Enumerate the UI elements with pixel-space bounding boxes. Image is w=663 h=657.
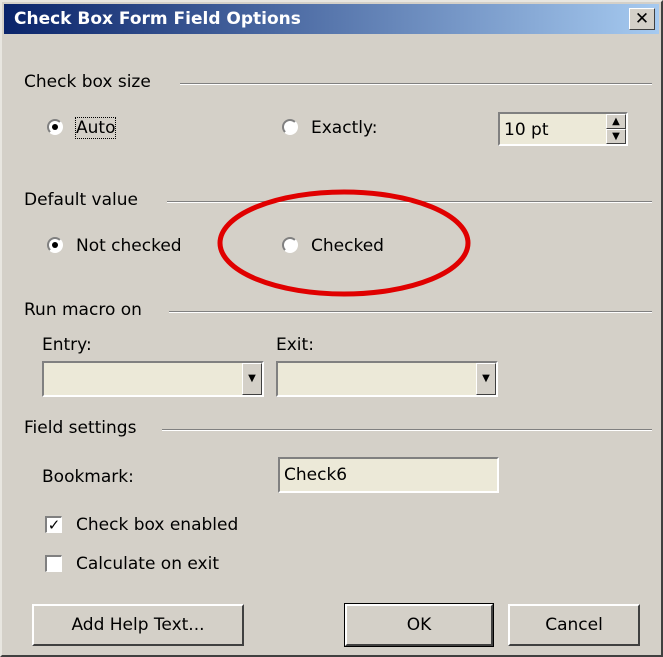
ok-label: OK xyxy=(406,615,432,635)
calculate-label[interactable]: Calculate on exit xyxy=(76,554,219,574)
exit-dropdown[interactable]: ▼ xyxy=(276,361,498,397)
size-group-label: Check box size xyxy=(24,72,151,92)
close-button[interactable]: ✕ xyxy=(629,8,655,30)
exit-dropdown-button[interactable]: ▼ xyxy=(476,363,496,395)
arrow-down-icon: ▼ xyxy=(612,131,620,142)
title-bar[interactable]: Check Box Form Field Options ✕ xyxy=(4,4,659,34)
ok-button[interactable]: OK xyxy=(344,603,494,647)
exactly-radio[interactable] xyxy=(282,119,298,135)
dialog-title: Check Box Form Field Options xyxy=(14,9,301,29)
auto-label[interactable]: Auto xyxy=(74,117,117,139)
entry-dropdown[interactable]: ▼ xyxy=(42,361,264,397)
cancel-label: Cancel xyxy=(545,615,603,635)
dialog-window: Check Box Form Field Options ✕ Check box… xyxy=(0,0,663,657)
cancel-button[interactable]: Cancel xyxy=(508,604,640,646)
chevron-down-icon: ▼ xyxy=(248,373,256,384)
exit-label: Exit: xyxy=(276,335,314,355)
not-checked-label[interactable]: Not checked xyxy=(76,236,182,256)
not-checked-radio[interactable] xyxy=(47,237,63,253)
bookmark-input[interactable]: Check6 xyxy=(278,457,499,493)
macro-group-label: Run macro on xyxy=(24,300,142,320)
checkmark-icon: ✓ xyxy=(47,516,61,534)
chevron-down-icon: ▼ xyxy=(482,373,490,384)
spin-down-button[interactable]: ▼ xyxy=(606,129,626,144)
enabled-label[interactable]: Check box enabled xyxy=(76,515,238,535)
close-icon: ✕ xyxy=(634,9,650,29)
macro-group-divider xyxy=(169,311,652,313)
field-group-divider xyxy=(162,429,652,431)
auto-radio[interactable] xyxy=(47,119,63,135)
add-help-text-label: Add Help Text... xyxy=(71,615,205,635)
radio-selected-dot xyxy=(52,242,58,248)
calculate-checkbox[interactable] xyxy=(45,555,62,572)
entry-label: Entry: xyxy=(42,335,92,355)
size-value: 10 pt xyxy=(504,120,549,140)
field-group-label: Field settings xyxy=(24,418,137,438)
default-group-label: Default value xyxy=(24,190,138,210)
size-group-divider xyxy=(180,83,652,85)
radio-selected-dot xyxy=(52,124,58,130)
bookmark-value: Check6 xyxy=(284,465,348,485)
spin-up-button[interactable]: ▲ xyxy=(606,114,626,129)
size-spinner[interactable]: 10 pt ▲ ▼ xyxy=(498,112,628,146)
add-help-text-button[interactable]: Add Help Text... xyxy=(32,604,244,646)
arrow-up-icon: ▲ xyxy=(612,116,620,127)
exactly-label[interactable]: Exactly: xyxy=(311,118,378,138)
entry-dropdown-button[interactable]: ▼ xyxy=(242,363,262,395)
highlight-ellipse xyxy=(217,189,471,297)
bookmark-label: Bookmark: xyxy=(42,467,134,487)
enabled-checkbox[interactable]: ✓ xyxy=(45,516,62,533)
